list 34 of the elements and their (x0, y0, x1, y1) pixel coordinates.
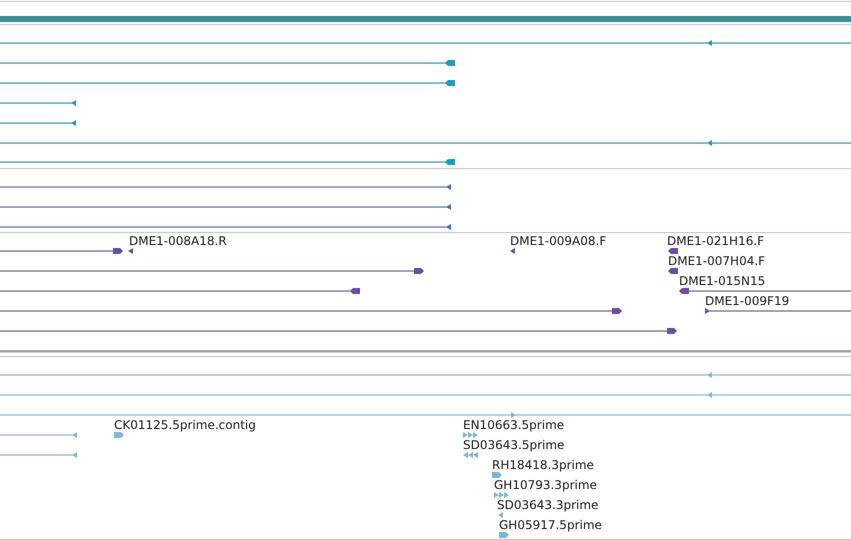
feature-label: DME1-015N15 (679, 274, 766, 288)
gene-feature[interactable] (0, 140, 851, 146)
gene-feature[interactable] (0, 80, 455, 86)
gene-feature[interactable] (668, 268, 678, 274)
feature-label: EN10663.5prime (463, 418, 564, 432)
gene-feature[interactable] (0, 308, 622, 314)
feature-label: DME1-008A18.R (129, 234, 227, 248)
gene-feature[interactable] (0, 268, 424, 274)
feature-label: DME1-009A08.F (510, 234, 606, 248)
gene-feature[interactable] (668, 248, 678, 254)
gene-feature[interactable] (0, 248, 123, 254)
gene-feature[interactable] (0, 328, 677, 334)
gene-feature[interactable] (0, 159, 455, 165)
gene-feature[interactable] (705, 308, 851, 314)
gene-feature[interactable] (679, 288, 851, 294)
feature-label: DME1-009F19 (705, 294, 790, 308)
gene-feature[interactable] (0, 120, 76, 126)
gene-feature[interactable] (0, 224, 451, 230)
gene-feature[interactable] (510, 248, 515, 254)
feature-label: SD03643.3prime (497, 498, 598, 512)
feature-label: DME1-021H16.F (667, 234, 764, 248)
gene-feature[interactable] (0, 204, 451, 210)
feature-label: GH05917.5prime (499, 518, 602, 532)
gene-feature[interactable] (0, 288, 360, 294)
feature-label: CK01125.5prime.contig (114, 418, 256, 432)
gene-feature[interactable] (0, 100, 76, 106)
gene-feature[interactable] (0, 60, 455, 66)
feature-label: GH10793.3prime (494, 478, 597, 492)
gene-feature[interactable] (0, 184, 451, 190)
feature-label: DME1-007H04.F (668, 254, 766, 268)
gene-feature[interactable] (128, 248, 133, 254)
feature-label: RH18418.3prime (492, 458, 594, 472)
feature-label: SD03643.5prime (463, 438, 564, 452)
gene-feature[interactable] (0, 40, 851, 46)
